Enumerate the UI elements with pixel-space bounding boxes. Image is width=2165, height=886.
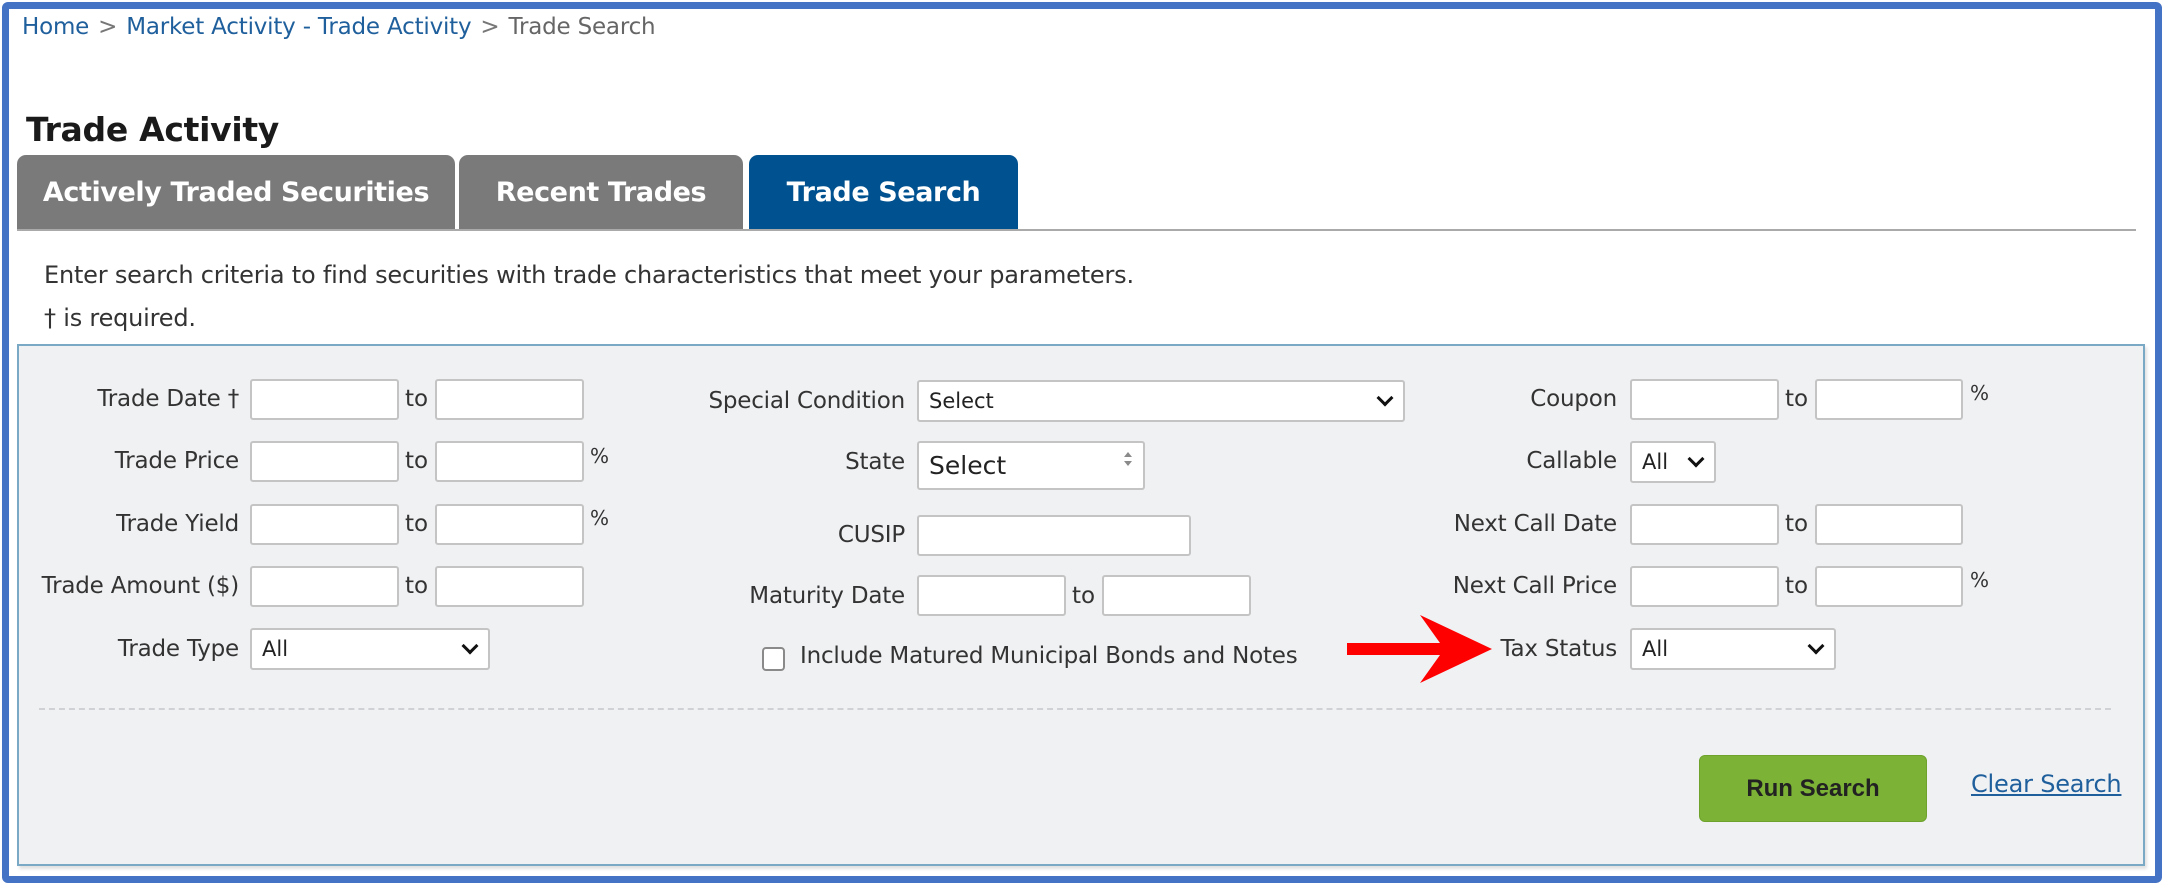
maturity-date-from-input[interactable] [917, 575, 1066, 616]
tab-actively-traded-securities[interactable]: Actively Traded Securities [17, 155, 455, 230]
tabs-divider [17, 229, 2136, 231]
callable-label: Callable [1526, 448, 1617, 474]
cusip-input[interactable] [917, 515, 1191, 556]
next-call-date-label: Next Call Date [1453, 511, 1618, 537]
range-separator: to [1785, 386, 1809, 412]
tab-recent-trades[interactable]: Recent Trades [459, 155, 743, 230]
trade-date-to-input[interactable] [435, 379, 584, 420]
trade-yield-from-input[interactable] [250, 504, 399, 545]
page-title: Trade Activity [26, 110, 280, 149]
range-separator: to [405, 511, 429, 537]
breadcrumb-home-link[interactable]: Home [22, 14, 89, 40]
special-condition-selected: Select [929, 389, 994, 413]
tax-status-selected: All [1642, 637, 1669, 661]
trade-price-to-input[interactable] [435, 441, 584, 482]
next-call-date-to-input[interactable] [1815, 504, 1963, 545]
coupon-from-input[interactable] [1630, 379, 1779, 420]
trade-yield-label: Trade Yield [116, 511, 239, 537]
cusip-label: CUSIP [837, 522, 905, 548]
trade-amount-from-input[interactable] [250, 566, 399, 607]
sort-arrows-icon [1124, 452, 1132, 466]
next-call-date-from-input[interactable] [1630, 504, 1779, 545]
chevron-down-icon [1376, 389, 1394, 407]
coupon-label: Coupon [1530, 386, 1617, 412]
breadcrumb-current: Trade Search [508, 14, 656, 40]
percent-sign: % [590, 444, 610, 468]
percent-sign: % [1970, 381, 1990, 405]
state-select[interactable]: Select [917, 441, 1145, 490]
range-separator: to [405, 448, 429, 474]
trade-price-label: Trade Price [114, 448, 239, 474]
trade-price-from-input[interactable] [250, 441, 399, 482]
chevron-down-icon [1807, 637, 1825, 655]
tab-trade-search[interactable]: Trade Search [749, 155, 1018, 230]
special-condition-label: Special Condition [708, 388, 905, 414]
red-arrow-icon [1347, 615, 1492, 683]
trade-date-from-input[interactable] [250, 379, 399, 420]
range-separator: to [1785, 511, 1809, 537]
form-divider [39, 708, 2111, 710]
next-call-price-from-input[interactable] [1630, 566, 1779, 607]
coupon-to-input[interactable] [1815, 379, 1963, 420]
trade-amount-to-input[interactable] [435, 566, 584, 607]
intro-text: Enter search criteria to find securities… [44, 261, 1134, 289]
trade-type-label: Trade Type [117, 636, 239, 662]
breadcrumb-separator: > [98, 14, 118, 40]
breadcrumb: Home > Market Activity - Trade Activity > Tr… [22, 14, 656, 40]
tax-status-label: Tax Status [1500, 636, 1617, 662]
next-call-price-label: Next Call Price [1452, 573, 1617, 599]
required-note: † is required. [44, 304, 196, 332]
range-separator: to [405, 573, 429, 599]
breadcrumb-market-activity-link[interactable]: Market Activity - Trade Activity [126, 14, 471, 40]
state-label: State [845, 449, 905, 475]
include-matured-label[interactable]: Include Matured Municipal Bonds and Note… [800, 643, 1298, 669]
next-call-price-to-input[interactable] [1815, 566, 1963, 607]
run-search-button[interactable]: Run Search [1699, 755, 1927, 822]
tax-status-select[interactable]: All [1630, 628, 1836, 670]
state-selected: Select [929, 451, 1007, 480]
maturity-date-to-input[interactable] [1102, 575, 1251, 616]
maturity-date-label: Maturity Date [749, 583, 905, 609]
chevron-down-icon [1687, 450, 1705, 468]
range-separator: to [405, 386, 429, 412]
trade-date-label: Trade Date † [97, 386, 239, 412]
range-separator: to [1072, 583, 1096, 609]
clear-search-link[interactable]: Clear Search [1971, 770, 2122, 798]
range-separator: to [1785, 573, 1809, 599]
trade-amount-label: Trade Amount ($) [41, 573, 240, 599]
trade-type-select[interactable]: All [250, 628, 490, 670]
callable-select[interactable]: All [1630, 441, 1716, 483]
breadcrumb-separator: > [480, 14, 500, 40]
percent-sign: % [590, 506, 610, 530]
trade-yield-to-input[interactable] [435, 504, 584, 545]
chevron-down-icon [461, 637, 479, 655]
include-matured-checkbox[interactable] [762, 647, 785, 671]
special-condition-select[interactable]: Select [917, 380, 1405, 422]
percent-sign: % [1970, 568, 1990, 592]
callable-selected: All [1642, 450, 1669, 474]
trade-type-selected: All [262, 637, 289, 661]
